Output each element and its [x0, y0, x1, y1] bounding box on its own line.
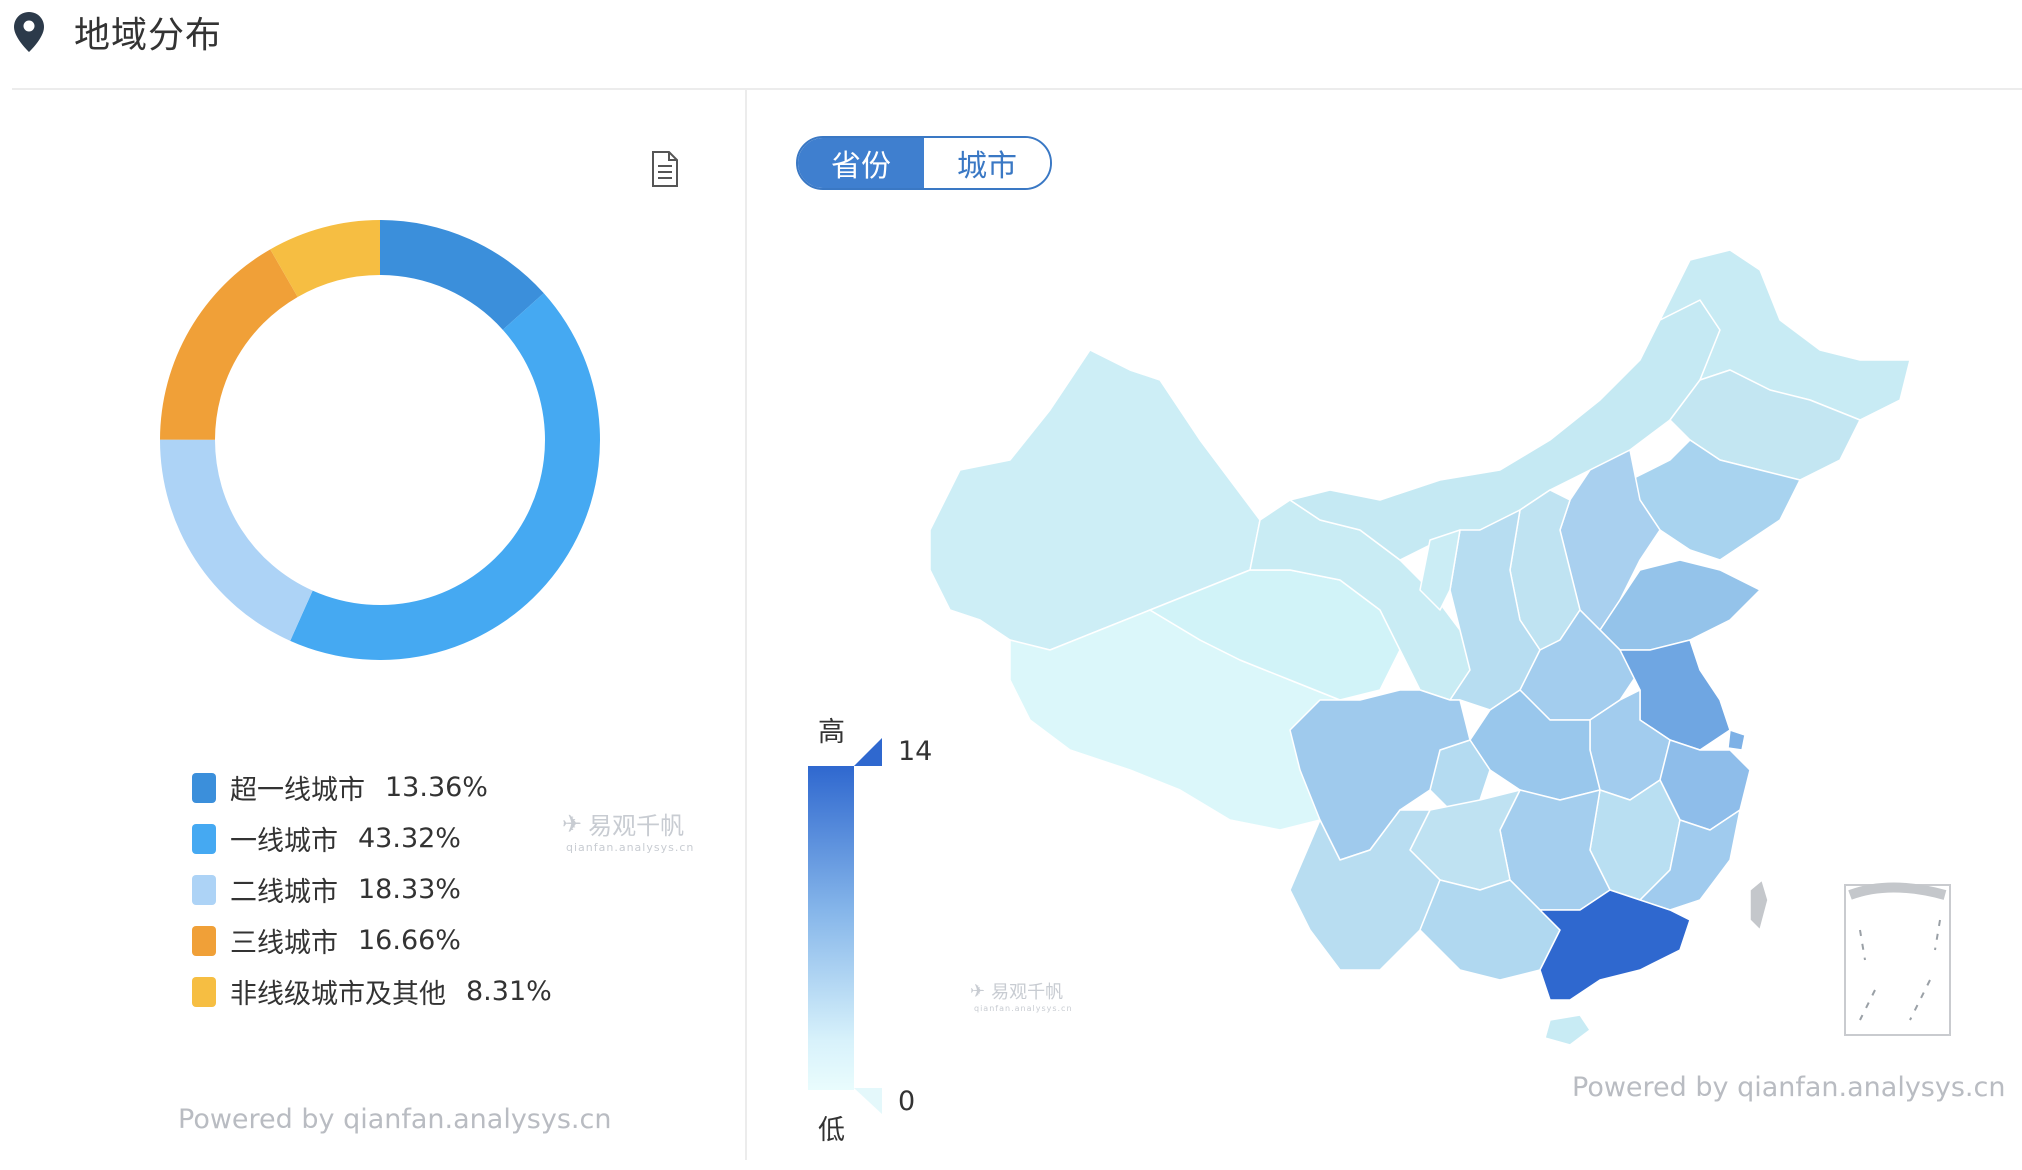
- region-toggle[interactable]: 省份 城市: [796, 136, 1052, 190]
- map-region-shanghai[interactable]: [1727, 729, 1746, 751]
- legend-label: 超一线城市: [230, 775, 365, 806]
- legend-label: 一线城市: [230, 826, 338, 857]
- scale-min-handle[interactable]: [852, 1088, 884, 1118]
- donut-slice-1[interactable]: [380, 220, 544, 330]
- legend-value: 13.36%: [385, 772, 488, 803]
- map-watermark: ✈ 易观千帆 qianfan.analysys.cn: [970, 978, 1073, 1014]
- map-region-taiwan[interactable]: [1749, 879, 1769, 931]
- donut-legend: 超一线城市 13.36% 一线城市 43.32% 二线城市 18.33% 三线城市 16.66…: [192, 762, 552, 1017]
- map-region-hainan[interactable]: [1544, 1014, 1591, 1046]
- legend-value: 43.32%: [358, 823, 461, 854]
- header-divider: [12, 88, 2022, 90]
- watermark: ✈ 易观千帆 qianfan.analysys.cn: [562, 806, 695, 855]
- legend-item[interactable]: 超一线城市 13.36%: [192, 762, 552, 813]
- watermark-domain: qianfan.analysys.cn: [566, 841, 695, 854]
- scale-high-label: 高: [818, 717, 845, 748]
- legend-swatch: [192, 976, 216, 1007]
- donut-slice-3[interactable]: [159, 439, 313, 641]
- visual-map-bar[interactable]: [808, 766, 854, 1090]
- data-view-icon[interactable]: [650, 150, 680, 188]
- header: 地域分布: [0, 0, 2022, 88]
- legend-item[interactable]: 一线城市 43.32%: [192, 813, 552, 864]
- legend-swatch: [192, 772, 216, 803]
- watermark-domain: qianfan.analysys.cn: [974, 1004, 1073, 1013]
- legend-value: 16.66%: [358, 925, 461, 956]
- location-pin-icon: [12, 10, 46, 58]
- panel-divider: [745, 90, 747, 1160]
- powered-by-text: Powered by qianfan.analysys.cn: [1572, 1072, 2006, 1103]
- donut-slice-2[interactable]: [290, 293, 600, 660]
- toggle-city[interactable]: 城市: [924, 138, 1050, 188]
- legend-label: 非线级城市及其他: [230, 979, 446, 1010]
- legend-value: 18.33%: [358, 874, 461, 905]
- legend-item[interactable]: 二线城市 18.33%: [192, 864, 552, 915]
- donut-chart: [159, 220, 600, 660]
- legend-item[interactable]: 三线城市 16.66%: [192, 915, 552, 966]
- legend-value: 8.31%: [466, 976, 552, 1007]
- legend-item[interactable]: 非线级城市及其他 8.31%: [192, 966, 552, 1017]
- legend-label: 三线城市: [230, 928, 338, 959]
- scale-low-label: 低: [818, 1115, 845, 1146]
- page-title: 地域分布: [74, 15, 223, 56]
- donut-slice-4[interactable]: [160, 249, 298, 440]
- legend-swatch: [192, 823, 216, 854]
- watermark-brand: 易观千帆: [588, 812, 685, 840]
- legend-swatch: [192, 874, 216, 905]
- scale-min-value: 0: [898, 1086, 916, 1117]
- south-china-sea-inset: [1844, 882, 1951, 1036]
- powered-by-text: Powered by qianfan.analysys.cn: [178, 1104, 612, 1135]
- legend-swatch: [192, 925, 216, 956]
- plane-icon: ✈: [562, 809, 583, 838]
- toggle-province[interactable]: 省份: [798, 138, 924, 188]
- plane-icon: ✈: [970, 980, 986, 1002]
- watermark-brand: 易观千帆: [991, 982, 1064, 1003]
- china-map: [929, 249, 1951, 1046]
- legend-label: 二线城市: [230, 877, 338, 908]
- scale-max-handle[interactable]: [852, 738, 884, 768]
